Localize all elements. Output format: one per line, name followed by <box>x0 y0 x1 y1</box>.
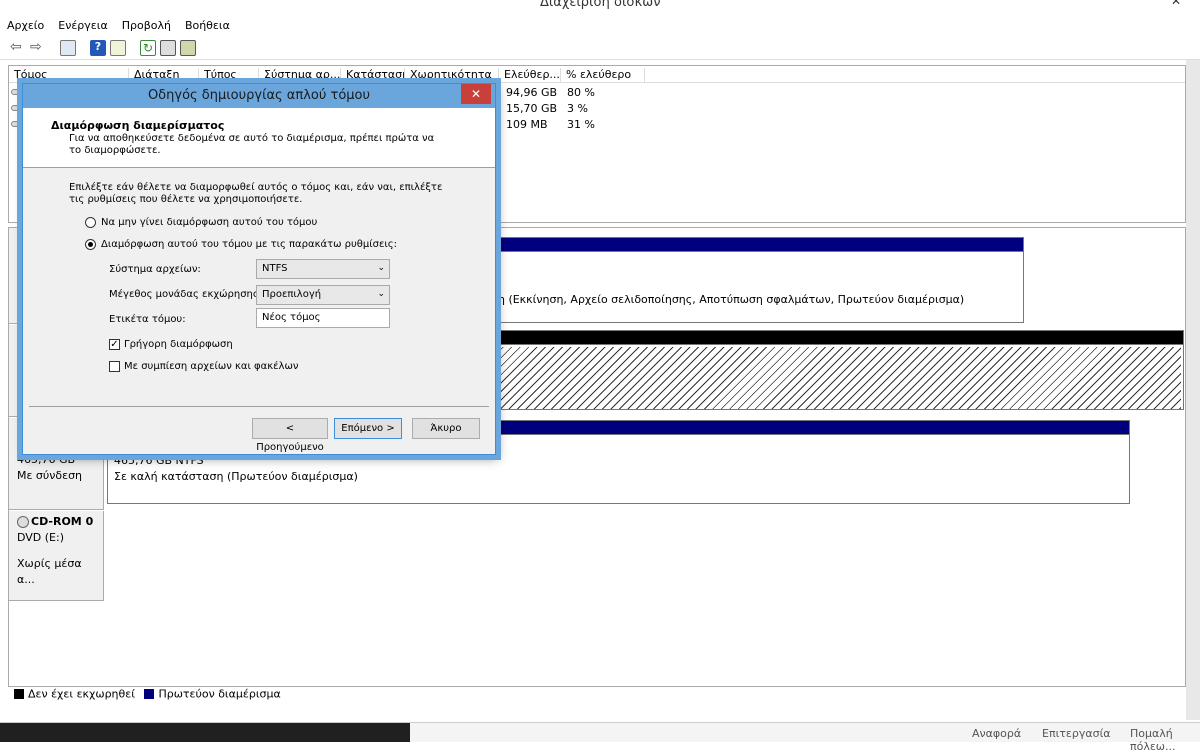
taskbar-item[interactable]: Επιτεργασία <box>1042 727 1111 740</box>
disk1-unallocated[interactable] <box>484 330 1184 410</box>
cdrom-label-line: DVD (E:) <box>17 531 65 544</box>
legend-primary-swatch <box>144 689 155 699</box>
disk2-label-line: Με σύνδεση <box>17 469 83 482</box>
col-pct-free[interactable]: % ελεύθερο <box>561 68 645 83</box>
chevron-down-icon: ⌄ <box>377 289 385 299</box>
show-pane-icon[interactable] <box>110 40 126 56</box>
unallocated-hatch <box>487 347 1181 409</box>
quick-format-label[interactable]: Γρήγορη διαμόρφωση <box>124 339 233 351</box>
refresh-icon[interactable]: ↻ <box>140 40 156 56</box>
primary-partition-bar <box>485 238 1023 252</box>
col-type[interactable]: Τύπος <box>199 68 259 83</box>
window-titlebar: Διαχείριση δίσκων ✕ <box>0 0 1200 14</box>
taskbar-item[interactable]: Πομαλή πόλεω... <box>1130 727 1200 753</box>
allocation-unit-value: Προεπιλογή <box>262 289 322 300</box>
dialog-separator <box>29 406 489 407</box>
menu-action[interactable]: Ενέργεια <box>51 16 114 35</box>
cdrom-label-line: Χωρίς μέσα α... <box>17 557 82 586</box>
col-free[interactable]: Ελεύθερ... <box>499 68 561 83</box>
menu-help[interactable]: Βοήθεια <box>178 16 237 35</box>
dialog-header: Διαμόρφωση διαμερίσματος Για να αποθηκεύ… <box>23 108 495 168</box>
legend-unallocated-swatch <box>14 689 24 699</box>
properties-pane-icon[interactable] <box>60 40 76 56</box>
disk0-partition[interactable]: ση (Εκκίνηση, Αρχείο σελιδοποίησης, Αποτ… <box>484 237 1024 323</box>
row-pct: 31 % <box>567 118 595 131</box>
cancel-button[interactable]: Άκυρο <box>412 418 480 439</box>
forward-arrow-icon[interactable]: ⇨ <box>30 40 46 56</box>
cd-drive-icon <box>17 516 29 528</box>
no-format-radio[interactable] <box>85 217 96 228</box>
volume-label-label: Ετικέτα τόμου: <box>109 314 186 325</box>
back-arrow-icon[interactable]: ⇦ <box>10 40 26 56</box>
back-button[interactable]: < Προηγούμενο <box>252 418 328 453</box>
col-filesystem[interactable]: Σύστημα αρ... <box>259 68 341 83</box>
new-simple-volume-wizard: Οδηγός δημιουργίας απλού τόμου ✕ Διαμόρφ… <box>22 83 496 455</box>
actions-pane-edge <box>1186 60 1200 720</box>
format-radio[interactable] <box>85 239 96 250</box>
rescan-icon[interactable] <box>160 40 176 56</box>
disk0-partition-text: ση (Εκκίνηση, Αρχείο σελιδοποίησης, Αποτ… <box>491 293 965 306</box>
window-title: Διαχείριση δίσκων <box>540 0 661 10</box>
chevron-down-icon: ⌄ <box>377 263 385 273</box>
menu-view[interactable]: Προβολή <box>115 16 178 35</box>
dialog-title: Οδηγός δημιουργίας απλού τόμου <box>147 88 371 103</box>
instruction-text: Επιλέξτε εάν θέλετε να διαμορφωθεί αυτός… <box>69 182 443 205</box>
menu-file[interactable]: Αρχείο <box>0 16 51 35</box>
cdrom-label-line <box>17 546 95 556</box>
row-pct: 3 % <box>567 102 588 115</box>
settings-icon[interactable] <box>180 40 196 56</box>
row-pct: 80 % <box>567 86 595 99</box>
no-format-label[interactable]: Να μην γίνει διαμόρφωση αυτού του τόμου <box>101 217 317 229</box>
compression-label[interactable]: Με συμπίεση αρχείων και φακέλων <box>124 361 298 373</box>
format-label[interactable]: Διαμόρφωση αυτού του τόμου με τις παρακά… <box>101 239 397 251</box>
unallocated-bar <box>485 331 1183 345</box>
col-capacity[interactable]: Χωρητικότητα <box>405 68 499 83</box>
window-close-button[interactable]: ✕ <box>1152 0 1200 12</box>
dialog-header-title: Διαμόρφωση διαμερίσματος <box>51 119 225 132</box>
taskbar: Αναφορά Επιτεργασία Πομαλή πόλεω... <box>0 722 1200 753</box>
cdrom-label-line: CD-ROM 0 <box>31 515 94 528</box>
next-button[interactable]: Επόμενο > <box>334 418 402 439</box>
toolbar: ⇦ ⇨ ? ↻ <box>0 36 1200 60</box>
taskbar-item[interactable]: Αναφορά <box>972 727 1021 740</box>
filesystem-select[interactable]: NTFS ⌄ <box>256 259 390 279</box>
help-icon[interactable]: ? <box>90 40 106 56</box>
quick-format-checkbox[interactable]: ✓ <box>109 339 120 350</box>
volume-list-header: Τόμος Διάταξη Τύπος Σύστημα αρ... Κατάστ… <box>9 66 1185 83</box>
taskbar-left <box>0 723 410 742</box>
dialog-header-desc: Για να αποθηκεύσετε δεδομένα σε αυτό το … <box>69 133 435 156</box>
disk2-partition-status: Σε καλή κατάσταση (Πρωτεύον διαμέρισμα) <box>114 470 358 483</box>
legend-unallocated: Δεν έχει εκχωρηθεί <box>28 687 135 701</box>
allocation-unit-label: Μέγεθος μονάδας εκχώρησης: <box>109 289 263 300</box>
filesystem-label: Σύστημα αρχείων: <box>109 264 201 275</box>
row-free: 94,96 GB <box>506 86 558 99</box>
compression-checkbox[interactable] <box>109 361 120 372</box>
col-volume[interactable]: Τόμος <box>9 68 129 83</box>
menu-bar: Αρχείο Ενέργεια Προβολή Βοήθεια <box>0 16 1200 36</box>
dialog-titlebar: Οδηγός δημιουργίας απλού τόμου ✕ <box>23 84 495 108</box>
col-status[interactable]: Κατάσταση <box>341 68 405 83</box>
dialog-close-button[interactable]: ✕ <box>461 84 491 104</box>
filesystem-value: NTFS <box>262 263 288 274</box>
cdrom-label[interactable]: CD-ROM 0 DVD (E:) Χωρίς μέσα α... <box>9 511 104 601</box>
row-free: 109 MB <box>506 118 548 131</box>
legend: Δεν έχει εκχωρηθεί Πρωτεύον διαμέρισμα <box>8 686 1186 706</box>
allocation-unit-select[interactable]: Προεπιλογή ⌄ <box>256 285 390 305</box>
legend-primary: Πρωτεύον διαμέρισμα <box>158 687 281 701</box>
volume-label-input[interactable]: Νέος τόμος <box>256 308 390 328</box>
col-layout[interactable]: Διάταξη <box>129 68 199 83</box>
row-free: 15,70 GB <box>506 102 558 115</box>
